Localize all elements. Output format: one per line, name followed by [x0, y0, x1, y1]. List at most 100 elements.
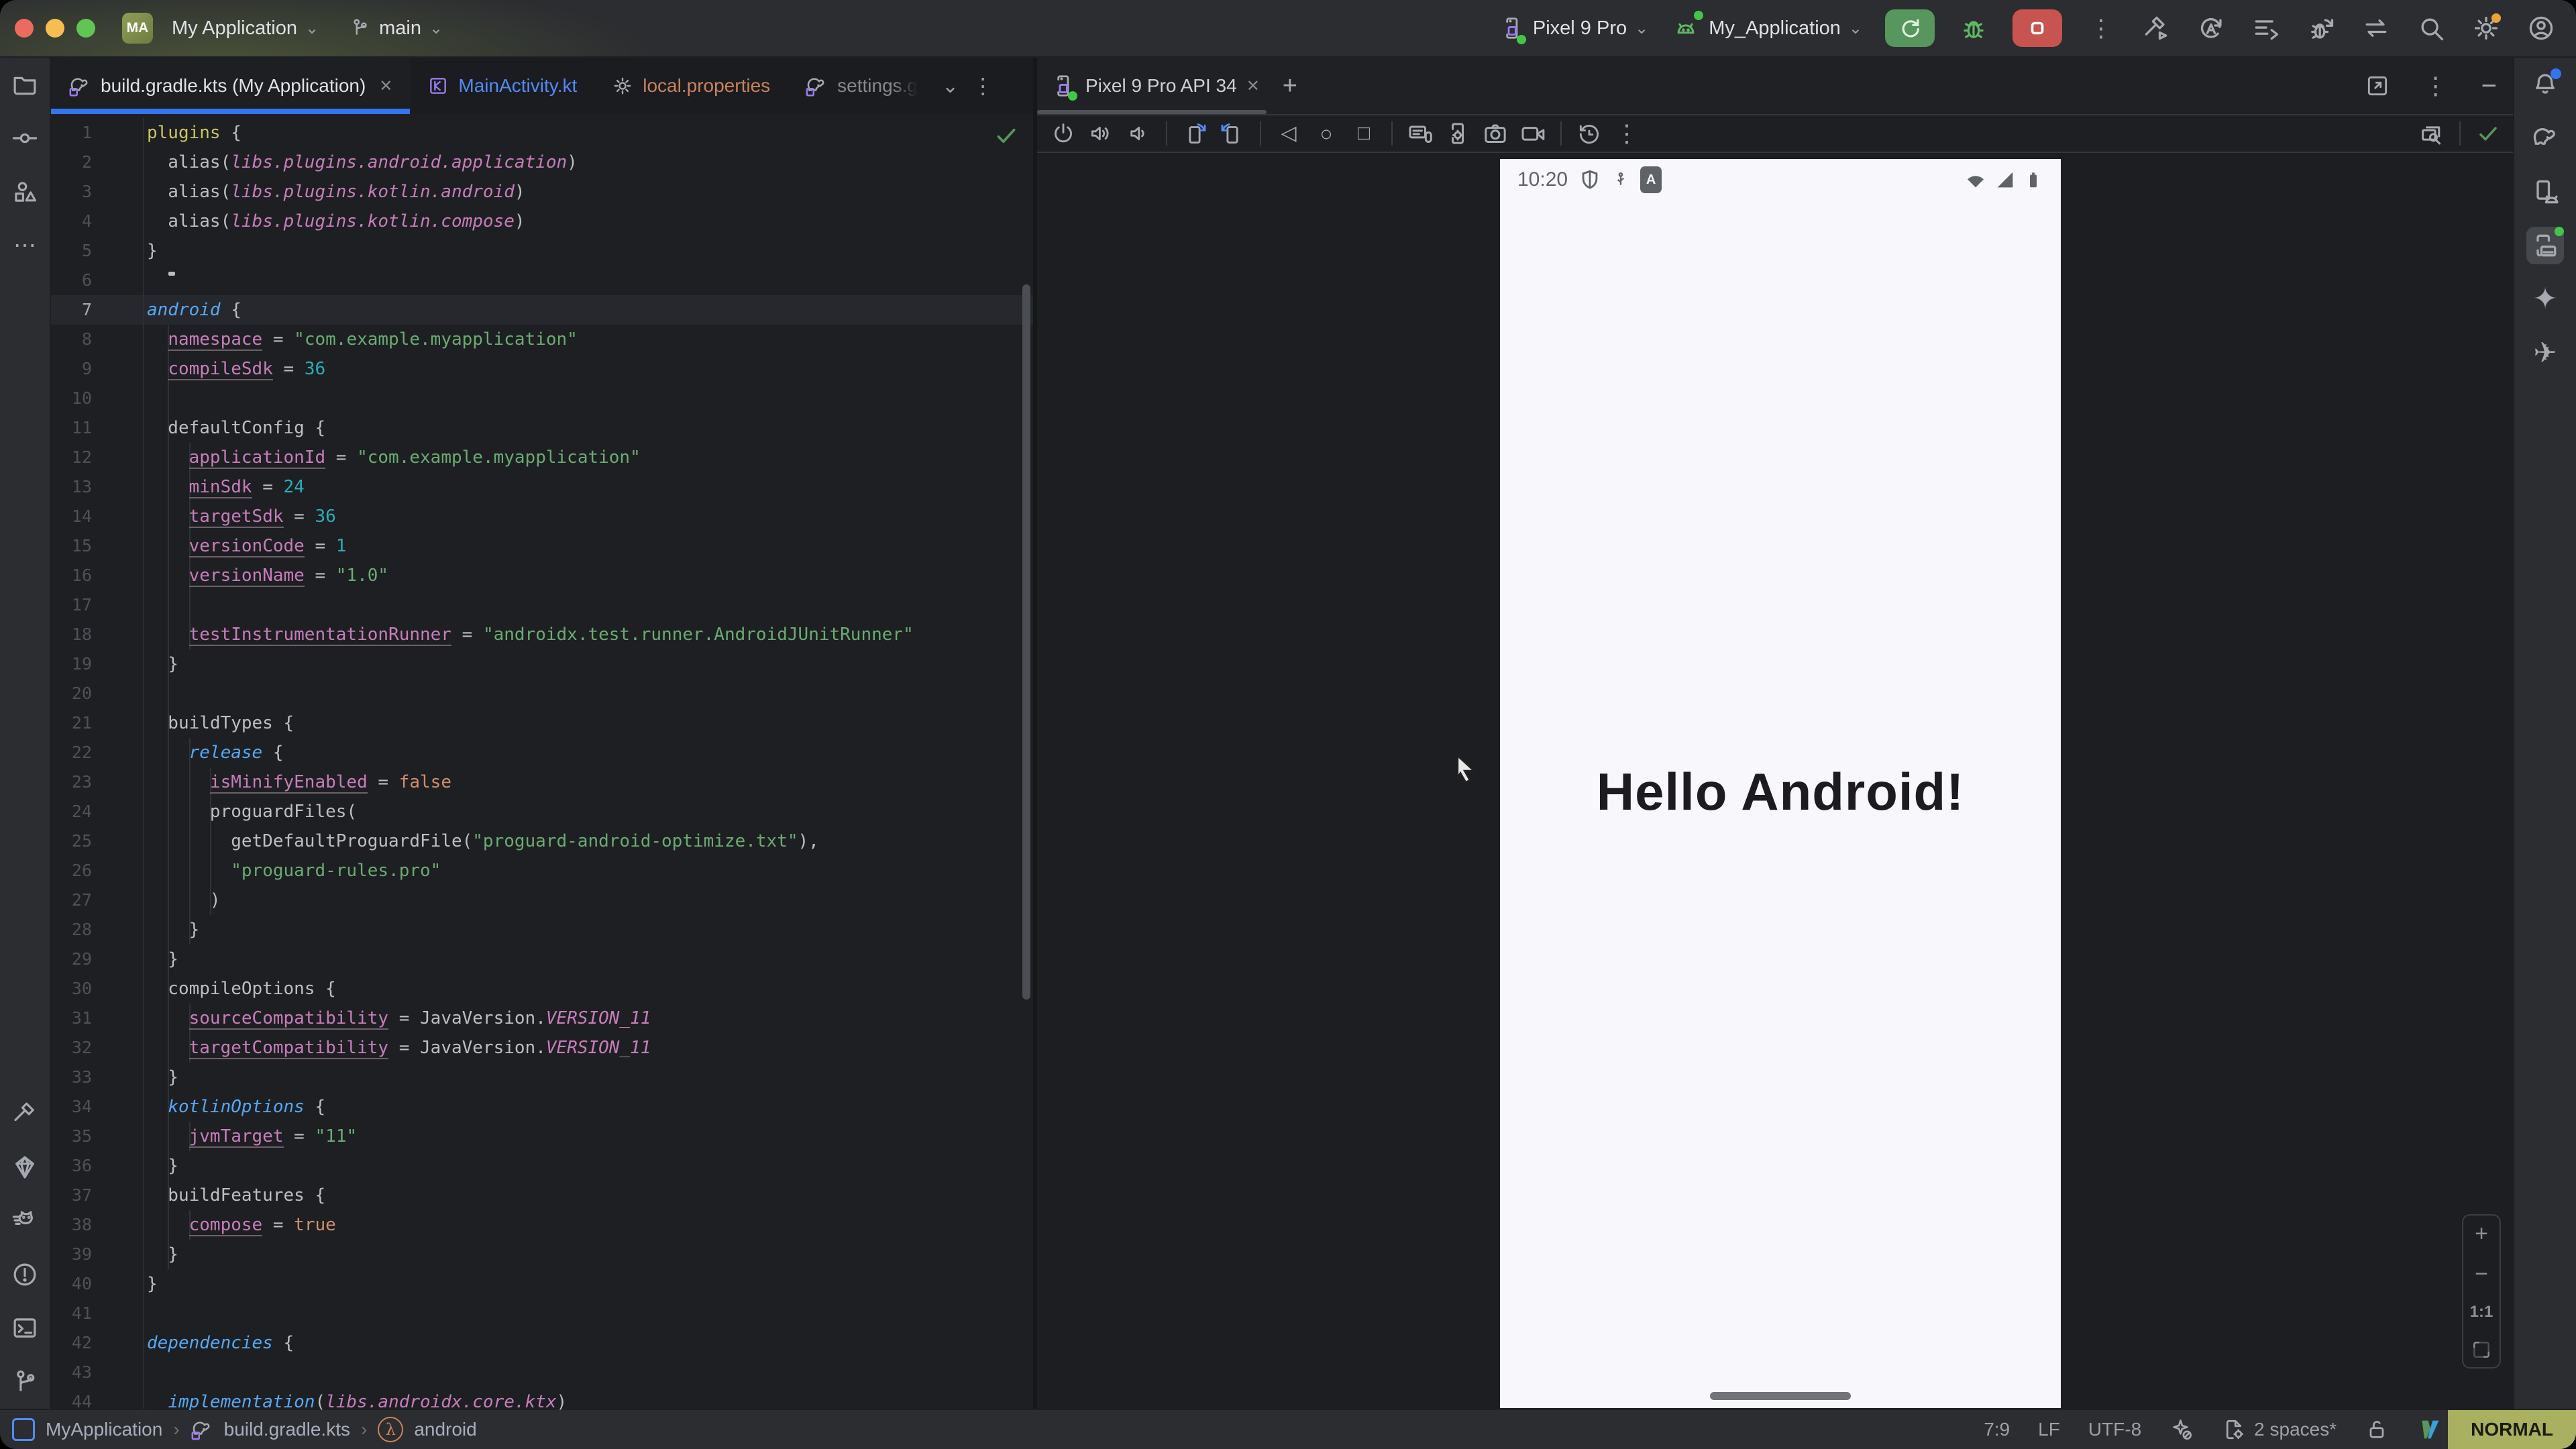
code-line[interactable]: 8 namespace = "com.example.myapplication…	[51, 325, 1033, 354]
account-button[interactable]	[2525, 12, 2557, 44]
code-line[interactable]: 38 compose = true	[51, 1210, 1033, 1240]
volume-down-button[interactable]	[1123, 118, 1154, 149]
rotate-left-button[interactable]	[1179, 118, 1210, 149]
code-line[interactable]: 15 versionCode = 1	[51, 531, 1033, 561]
code-line[interactable]: 39 }	[51, 1240, 1033, 1269]
branch-selector[interactable]: main ⌄	[348, 17, 443, 40]
profiler-button[interactable]	[2250, 12, 2282, 44]
code-line[interactable]: 43	[51, 1358, 1033, 1387]
code-line[interactable]: 9 compileSdk = 36	[51, 354, 1033, 384]
vim-mode-badge[interactable]: NORMAL	[2448, 1410, 2576, 1449]
code-line[interactable]: 4 alias(libs.plugins.kotlin.compose)	[51, 207, 1033, 236]
code-line[interactable]: 24 proguardFiles(	[51, 797, 1033, 826]
volume-up-button[interactable]	[1085, 118, 1116, 149]
build-project-button[interactable]	[2140, 12, 2172, 44]
tab-settings-gradle[interactable]: settings.g	[788, 58, 935, 114]
zoom-to-fit-icon[interactable]	[2471, 1339, 2492, 1360]
screen-record-button[interactable]	[1517, 118, 1548, 149]
gemini-tool-button[interactable]: ✦	[2526, 280, 2564, 318]
android-overview-button[interactable]: □	[1348, 118, 1379, 149]
close-window-button[interactable]	[15, 19, 34, 38]
device-settings-button[interactable]	[1442, 118, 1473, 149]
code-editor[interactable]: 1plugins {2 alias(libs.plugins.android.a…	[51, 114, 1033, 1410]
display-input-button[interactable]	[1405, 118, 1436, 149]
tab-build-gradle[interactable]: build.gradle.kts (My Application) ✕	[51, 58, 410, 114]
zoom-actual-size-button[interactable]: 1:1	[2470, 1303, 2493, 1322]
unlocked-icon[interactable]	[2365, 1417, 2389, 1442]
code-line[interactable]: 32 targetCompatibility = JavaVersion.VER…	[51, 1033, 1033, 1063]
version-control-tool-button[interactable]	[6, 1363, 44, 1401]
code-line[interactable]: 2 alias(libs.plugins.android.application…	[51, 148, 1033, 177]
code-line[interactable]: 16 versionName = "1.0"	[51, 561, 1033, 590]
rerun-button[interactable]	[1885, 9, 1935, 47]
code-line[interactable]: 30 compileOptions {	[51, 974, 1033, 1004]
sync-gradle-button[interactable]	[2195, 12, 2227, 44]
stop-button[interactable]	[2012, 9, 2062, 47]
release-assistant-tool-button[interactable]: ✈	[2526, 334, 2564, 372]
encoding-widget[interactable]: UTF-8	[2088, 1419, 2141, 1440]
code-line[interactable]: 27 )	[51, 885, 1033, 915]
code-line[interactable]: 21 buildTypes {	[51, 708, 1033, 738]
code-line[interactable]: 41	[51, 1299, 1033, 1328]
more-tool-windows-button[interactable]: ⋯	[6, 227, 44, 264]
code-line[interactable]: 22 release {	[51, 738, 1033, 767]
code-line[interactable]: 23 isMinifyEnabled = false	[51, 767, 1033, 797]
code-line[interactable]: 13 minSdk = 24	[51, 472, 1033, 502]
code-line[interactable]: 28 }	[51, 915, 1033, 945]
emulator-more-options-button[interactable]: ⋮	[1611, 118, 1642, 149]
device-manager-tool-button[interactable]	[2526, 173, 2564, 211]
tab-list-dropdown-button[interactable]: ⌄	[935, 58, 965, 114]
device-selector[interactable]: Pixel 9 Pro ⌄	[1498, 12, 1648, 44]
line-ending-widget[interactable]: LF	[2038, 1419, 2060, 1440]
code-line[interactable]: 42dependencies {	[51, 1328, 1033, 1358]
attach-debugger-button[interactable]	[2305, 12, 2337, 44]
android-home-button[interactable]: ○	[1311, 118, 1342, 149]
code-line[interactable]: 25 getDefaultProguardFile("proguard-andr…	[51, 826, 1033, 856]
open-in-window-icon[interactable]	[2365, 73, 2390, 99]
running-devices-tool-button[interactable]	[2526, 227, 2564, 264]
screenshot-button[interactable]	[1480, 118, 1511, 149]
code-line[interactable]: 7android {	[51, 295, 1033, 325]
zoom-in-button[interactable]: +	[2475, 1222, 2488, 1245]
ai-assist-disabled-icon[interactable]	[2169, 1417, 2194, 1442]
power-button[interactable]	[1048, 118, 1079, 149]
close-tab-icon[interactable]: ✕	[379, 76, 392, 96]
resource-manager-tool-button[interactable]	[6, 173, 44, 211]
code-line[interactable]: 14 targetSdk = 36	[51, 502, 1033, 531]
emulator-device-tab[interactable]: Pixel 9 Pro API 34 ✕	[1037, 58, 1276, 114]
code-line[interactable]: 35 jvmTarget = "11"	[51, 1122, 1033, 1151]
ideavim-icon[interactable]	[2417, 1416, 2444, 1443]
emulator-screen[interactable]: 10:20 A Hello Android!	[1500, 159, 2061, 1408]
breadcrumb-file[interactable]: build.gradle.kts	[224, 1419, 350, 1440]
gesture-nav-handle[interactable]	[1710, 1392, 1851, 1400]
tab-options-button[interactable]: ⋮	[965, 58, 1000, 114]
layout-inspector-toggle[interactable]	[2416, 118, 2447, 149]
debug-button[interactable]	[1957, 12, 1990, 44]
android-back-button[interactable]: ◁	[1273, 118, 1304, 149]
code-line[interactable]: 17	[51, 590, 1033, 620]
rotate-right-button[interactable]	[1217, 118, 1248, 149]
code-line[interactable]: 12 applicationId = "com.example.myapplic…	[51, 443, 1033, 472]
code-line[interactable]: 11 defaultConfig {	[51, 413, 1033, 443]
code-line[interactable]: 44 implementation(libs.androidx.core.ktx…	[51, 1387, 1033, 1410]
code-line[interactable]: 26 "proguard-rules.pro"	[51, 856, 1033, 885]
code-line[interactable]: 10	[51, 384, 1033, 413]
code-line[interactable]: 3 alias(libs.plugins.kotlin.android)	[51, 177, 1033, 207]
commit-tool-button[interactable]	[6, 119, 44, 157]
minimize-window-button[interactable]	[46, 19, 64, 38]
inspections-ok-widget[interactable]	[993, 122, 1020, 152]
search-everywhere-button[interactable]	[2415, 12, 2447, 44]
build-tool-button[interactable]	[6, 1095, 44, 1132]
breadcrumb-node[interactable]: android	[414, 1419, 476, 1440]
indent-widget[interactable]: 2 spaces*	[2222, 1417, 2337, 1442]
add-device-button[interactable]: +	[1283, 72, 1297, 101]
terminal-tool-button[interactable]	[6, 1309, 44, 1347]
logcat-tool-button[interactable]	[6, 1202, 44, 1240]
reset-device-button[interactable]	[1574, 118, 1605, 149]
zoom-window-button[interactable]	[76, 19, 95, 38]
more-run-actions-button[interactable]: ⋮	[2085, 12, 2117, 44]
code-line[interactable]: 5}	[51, 236, 1033, 266]
code-line[interactable]: 6	[51, 266, 1033, 295]
caret-position-widget[interactable]: 7:9	[1984, 1419, 2010, 1440]
code-line[interactable]: 18 testInstrumentationRunner = "androidx…	[51, 620, 1033, 649]
